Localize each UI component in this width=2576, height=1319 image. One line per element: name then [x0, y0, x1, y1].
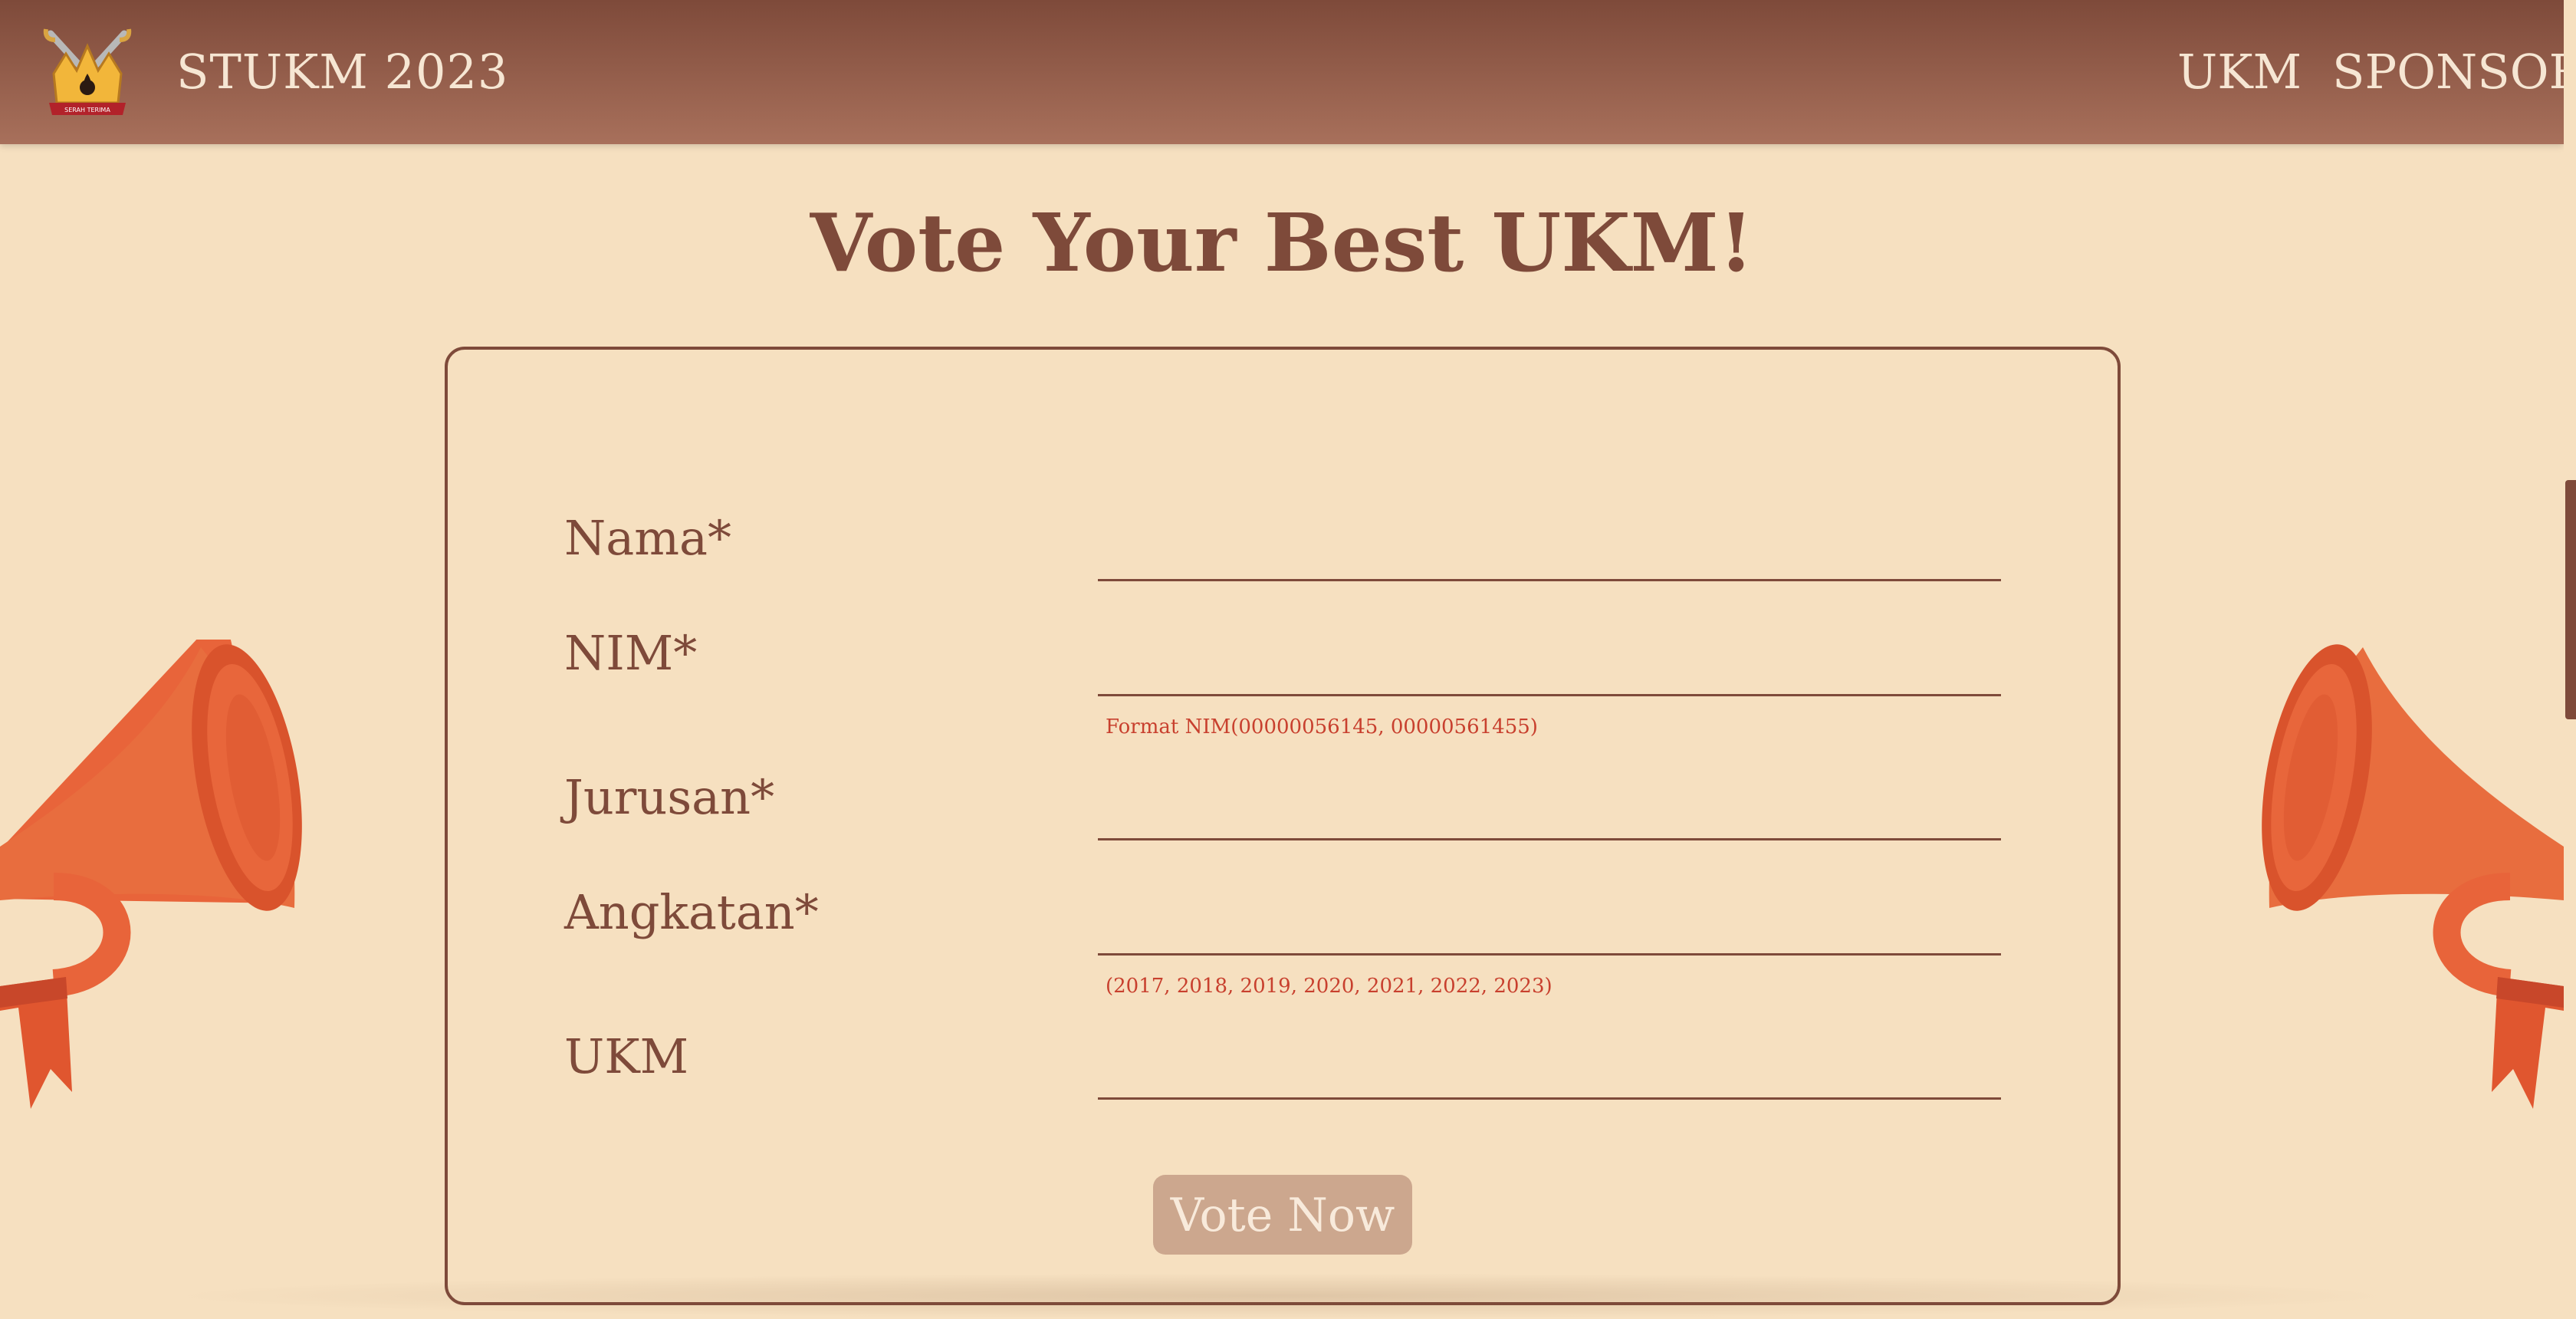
ukm-label: UKM: [564, 1028, 689, 1084]
angkatan-label: Angkatan*: [564, 884, 819, 940]
nim-label: NIM*: [564, 625, 698, 681]
angkatan-input[interactable]: [1098, 917, 2001, 956]
ukm-input[interactable]: [1098, 1061, 2001, 1100]
brand-title[interactable]: STUKM 2023: [176, 43, 508, 101]
scrollbar-thumb[interactable]: [2565, 480, 2576, 719]
crown-logo-icon[interactable]: SERAH TERIMA: [43, 26, 132, 127]
megaphone-right-icon: [2262, 644, 2564, 1109]
nav-link-ukm[interactable]: UKM: [2177, 43, 2302, 101]
jurusan-input[interactable]: [1098, 802, 2001, 840]
nama-label: Nama*: [564, 510, 731, 566]
nim-format-hint: Format NIM(00000056145, 00000561455): [1106, 715, 1538, 738]
angkatan-hint: (2017, 2018, 2019, 2020, 2021, 2022, 202…: [1106, 975, 1552, 998]
page-title: Vote Your Best UKM!: [810, 196, 1754, 290]
nama-input[interactable]: [1098, 543, 2001, 581]
vote-now-button[interactable]: Vote Now: [1153, 1175, 1412, 1255]
bottom-shadow: [153, 1273, 2410, 1319]
svg-text:SERAH TERIMA: SERAH TERIMA: [64, 107, 110, 113]
jurusan-label: Jurusan*: [564, 769, 775, 825]
nim-input[interactable]: [1098, 658, 2001, 696]
megaphone-left-icon: [0, 640, 302, 1109]
nav-link-sponsor[interactable]: SPONSOR: [2332, 43, 2576, 101]
top-navbar: SERAH TERIMA STUKM 2023 UKM SPONSOR: [0, 0, 2576, 144]
